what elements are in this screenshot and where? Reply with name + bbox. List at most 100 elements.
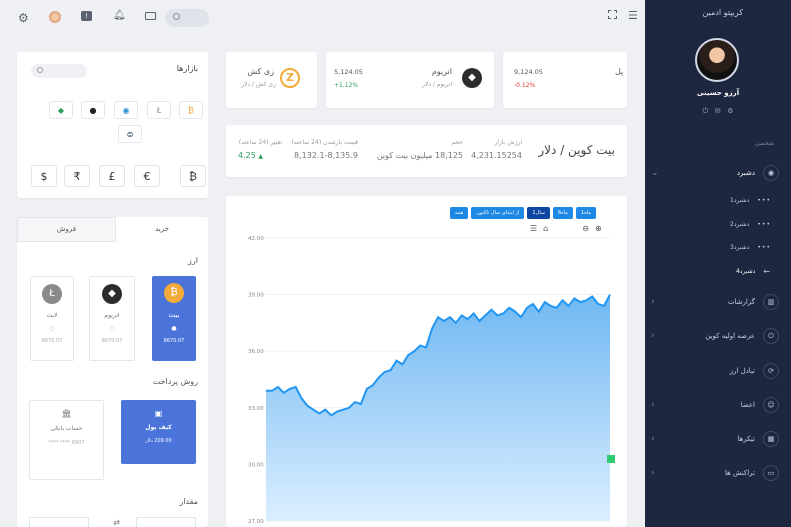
avatar-small[interactable] — [49, 11, 61, 23]
stat-sub: اتریوم / دلار — [422, 81, 452, 88]
fullscreen-icon[interactable] — [608, 10, 617, 19]
subitem-label: دشبرد1 — [730, 197, 750, 204]
tab-sell[interactable]: فروش — [17, 217, 116, 242]
coin-telegram-button[interactable]: ◉ — [114, 101, 138, 119]
amount-input-right[interactable] — [136, 517, 196, 527]
bell-icon[interactable]: 🔔︎ — [113, 10, 126, 21]
radio-dot: ○ — [49, 325, 55, 332]
search-input[interactable] — [165, 9, 209, 27]
coin-bitcoin-button[interactable]: ₿ — [179, 101, 203, 119]
y-tick-label: 27.00 — [248, 519, 264, 525]
coin-name: لایت — [46, 312, 58, 319]
bitcoin-icon: ₿ — [164, 283, 184, 303]
open-price-value: 8,132.1-8,135.9 — [294, 151, 358, 160]
litecoin-icon: Ł — [42, 284, 62, 304]
sidebar-subitem-1[interactable]: ••• دشبرد1 — [671, 197, 771, 204]
sidebar-item-label: تراکنش ها — [724, 469, 755, 477]
stat-card-third: 9,124.05 -0.12% پل — [503, 52, 627, 108]
user-name: آرزو حسینی — [696, 89, 740, 97]
mail-icon[interactable]: ✉ — [715, 107, 721, 115]
mail-icon[interactable] — [145, 12, 156, 20]
wallet-amount: 209.00 دلار — [145, 438, 172, 444]
ticker-card: بیت کوین / دلار ارزش بازار 4,231.15254 ح… — [226, 125, 627, 177]
stat-card-zcash: Z زی کش زی کش / دلار — [226, 52, 317, 108]
sidebar-item-label: اعضا — [740, 401, 755, 409]
bank-label: حساب بانکی — [50, 425, 83, 432]
sidebar-item-members[interactable]: ☺ اعضا ‹ — [651, 395, 779, 415]
stat-sub: زی کش / دلار — [241, 81, 276, 88]
sidebar-item-tickers[interactable]: ▦ تیکرها ‹ — [651, 429, 779, 449]
gear-icon[interactable]: ⚙ — [18, 11, 29, 25]
bitcoin-button[interactable]: ₿ — [180, 165, 206, 187]
chevron-left-icon: ‹ — [651, 434, 655, 444]
coin-name: بیت — [168, 311, 180, 319]
sidebar-subitem-2[interactable]: ••• دشبرد2 — [671, 221, 771, 228]
bank-option[interactable]: 🏛︎ حساب بانکی **** **** 6907 — [29, 400, 104, 480]
sidebar-item-ico[interactable]: ⏻ عرضه اولیه کوین ‹ — [651, 326, 779, 346]
sidebar-item-label: عرضه اولیه کوین — [705, 332, 755, 340]
dots-icon: ••• — [757, 197, 771, 204]
sidebar-item-label: تبادل ارز — [729, 367, 755, 375]
user-icon: ☺ — [763, 397, 779, 413]
sidebar-subitem-4[interactable]: ← دشبرد4 — [671, 267, 771, 276]
price-chart[interactable]: 27.00 30.00 33.00 36.00 39.00 42.00 — [226, 196, 627, 527]
stat-card-ethereum: 5,124.05 +1.12% اتریوم اتریوم / دلار ◆ — [326, 52, 494, 108]
settings-icon[interactable]: ⚙ — [727, 107, 733, 115]
sidebar-subitem-3[interactable]: ••• دشبرد3 — [671, 244, 771, 251]
message-icon[interactable]: ! — [81, 11, 92, 21]
y-tick-label: 36.00 — [248, 349, 264, 355]
wallet-icon: ▣ — [154, 409, 163, 418]
profile-actions: ⏻ ✉ ⚙ — [645, 107, 791, 116]
coin-card-litecoin[interactable]: Ł لایت ○ 8670.07 — [30, 276, 74, 361]
markets-search[interactable] — [31, 64, 87, 78]
amount-input-left[interactable] — [29, 517, 89, 527]
ticker-pair: بیت کوین / دلار — [538, 143, 615, 157]
tab-buy[interactable]: خرید — [116, 217, 208, 242]
markets-title: بازارها — [176, 64, 198, 73]
stat-value: 9,124.05 — [514, 68, 543, 76]
currency-title: ارز — [188, 256, 198, 265]
sidebar-item-label: تیکرها — [737, 435, 755, 443]
search-icon — [37, 67, 43, 73]
market-cap-value: 4,231.15254 — [471, 151, 522, 160]
stat-name: پل — [615, 67, 624, 76]
stat-name: زی کش — [247, 67, 274, 76]
menu-icon[interactable]: ☰ — [628, 9, 638, 22]
dots-icon: ••• — [757, 244, 771, 251]
coin-other-button[interactable]: ⊜ — [118, 125, 142, 143]
change-label: تغییر (24 ساعته) — [238, 139, 282, 146]
subitem-label: دشبرد4 — [735, 268, 756, 275]
chevron-left-icon: ‹ — [651, 468, 655, 478]
pound-button[interactable]: £ — [99, 165, 125, 187]
chart-card: همه از ابتدای سال تاکنون 1سال 6ماه 1ماه … — [226, 196, 627, 527]
coin-litecoin-button[interactable]: Ł — [147, 101, 171, 119]
power-icon[interactable]: ⏻ — [702, 107, 708, 115]
sidebar-item-dashboard[interactable]: ◉ دشبرد ⌄ — [651, 163, 779, 183]
rupee-button[interactable]: ₹ — [64, 165, 90, 187]
swap-icon[interactable]: ⇄ — [113, 518, 120, 527]
subitem-label: دشبرد2 — [730, 221, 750, 228]
profile-avatar — [695, 38, 739, 82]
search-icon — [173, 13, 180, 20]
radio-dot: ● — [171, 325, 177, 332]
dollar-button[interactable]: $ — [31, 165, 57, 187]
ethereum-icon: ◆ — [462, 68, 482, 88]
open-price-label: قیمت بازشدن (24 ساعته) — [291, 139, 358, 146]
sidebar-item-reports[interactable]: ▥ گزارشات ‹ — [651, 292, 779, 312]
coin-dark-button[interactable]: ● — [81, 101, 105, 119]
euro-button[interactable]: € — [134, 165, 160, 187]
wallet-option[interactable]: ▣ کیف پول 209.00 دلار — [121, 400, 196, 464]
brand-title: کریپتو ادمین — [702, 8, 743, 17]
coin-card-ethereum[interactable]: ◆ اتریوم ○ 8670.07 — [89, 276, 135, 361]
sidebar-item-label: دشبرد — [736, 169, 755, 177]
stat-change: +1.12% — [334, 82, 359, 89]
sidebar-item-exchange[interactable]: ⟳ تبادل ارز — [651, 361, 779, 381]
coin-card-bitcoin[interactable]: ₿ بیت ● 8670.07 — [152, 276, 196, 361]
payment-title: روش پرداخت — [152, 377, 198, 386]
coin-name: اتریوم — [104, 312, 120, 319]
section-label: شخصی — [754, 140, 774, 147]
amount-title: مقدار — [179, 497, 198, 506]
coin-eth-button[interactable]: ◆ — [49, 101, 73, 119]
ticket-icon: ▦ — [763, 431, 779, 447]
sidebar-item-transactions[interactable]: ▭ تراکنش ها ‹ — [651, 463, 779, 483]
